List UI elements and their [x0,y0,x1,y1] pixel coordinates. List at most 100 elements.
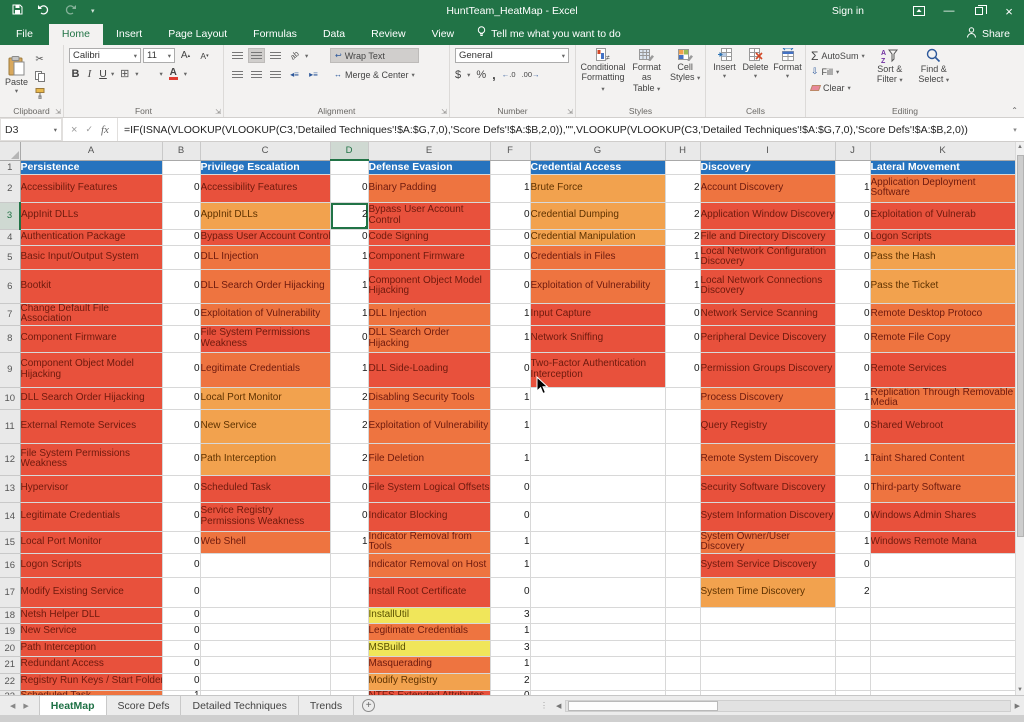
orientation-icon[interactable]: ab [283,44,306,66]
hscroll-right-icon[interactable]: ▶ [1011,702,1024,710]
grow-font-icon[interactable]: A▴ [177,48,194,63]
ribbon-tab-data[interactable]: Data [310,24,358,45]
cell-J8[interactable]: 0 [835,325,870,352]
cell-K4[interactable]: Logon Scripts [870,229,1015,245]
format-as-table-button[interactable]: Format asTable ▾ [627,48,666,104]
font-name-select[interactable]: Calibri▾ [69,48,141,63]
cell-C21[interactable] [200,656,330,673]
cell-A16[interactable]: Logon Scripts [20,553,162,577]
name-box[interactable]: D3 ▾ [0,118,62,141]
cell-D13[interactable]: 0 [330,475,368,502]
cell-H7[interactable]: 0 [665,303,700,325]
cell-J13[interactable]: 0 [835,475,870,502]
cell-K7[interactable]: Remote Desktop Protoco [870,303,1015,325]
column-header-C[interactable]: C [200,142,330,160]
cell-I6[interactable]: Local Network Connections Discovery [700,269,835,303]
font-color-icon[interactable]: A [165,66,182,81]
tell-me-box[interactable]: Tell me what you want to do [467,26,631,45]
row-header-19[interactable]: 19 [0,623,20,640]
cell-H22[interactable] [665,673,700,690]
cell-G17[interactable] [530,577,665,607]
sheet-nav-right-icon[interactable]: ▶ [23,702,28,710]
clipboard-dialog-launcher[interactable]: ⇲ [55,108,61,116]
cell-K20[interactable] [870,640,1015,656]
cell-F21[interactable]: 1 [490,656,530,673]
cell-K1[interactable]: Lateral Movement [870,160,1015,174]
cell-E5[interactable]: Component Firmware [368,245,490,269]
ribbon-tab-page-layout[interactable]: Page Layout [155,24,240,45]
cell-K17[interactable] [870,577,1015,607]
cell-C6[interactable]: DLL Search Order Hijacking [200,269,330,303]
cell-B19[interactable]: 0 [162,623,200,640]
cell-H16[interactable] [665,553,700,577]
cell-E1[interactable]: Defense Evasion [368,160,490,174]
sheet-tab-detailed-techniques[interactable]: Detailed Techniques [181,696,298,715]
cell-I18[interactable] [700,607,835,623]
ribbon-tab-home[interactable]: Home [49,24,103,45]
cell-H6[interactable]: 1 [665,269,700,303]
save-icon[interactable] [12,2,23,20]
cell-H18[interactable] [665,607,700,623]
row-header-22[interactable]: 22 [0,673,20,690]
cell-E17[interactable]: Install Root Certificate [368,577,490,607]
fill-color-dropdown[interactable]: ▾ [160,70,163,78]
cell-H11[interactable] [665,409,700,443]
row-header-5[interactable]: 5 [0,245,20,269]
cell-I12[interactable]: Remote System Discovery [700,443,835,475]
insert-cells-button[interactable]: Insert ▾ [711,48,738,104]
cell-H3[interactable]: 2 [665,202,700,229]
cell-D17[interactable] [330,577,368,607]
cell-F7[interactable]: 1 [490,303,530,325]
cell-A10[interactable]: DLL Search Order Hijacking [20,387,162,409]
collapse-ribbon-icon[interactable]: ⌃ [1011,106,1018,115]
cell-H10[interactable] [665,387,700,409]
cell-B10[interactable]: 0 [162,387,200,409]
cell-A14[interactable]: Legitimate Credentials [20,502,162,531]
horizontal-scroll-thumb[interactable] [568,701,718,711]
cell-C10[interactable]: Local Port Monitor [200,387,330,409]
ribbon-tab-insert[interactable]: Insert [103,24,155,45]
cell-A8[interactable]: Component Firmware [20,325,162,352]
number-dialog-launcher[interactable]: ⇲ [567,108,573,116]
italic-button[interactable]: I [84,66,95,81]
cell-F17[interactable]: 0 [490,577,530,607]
cell-D2[interactable]: 0 [330,174,368,202]
cell-H5[interactable]: 1 [665,245,700,269]
cell-J1[interactable] [835,160,870,174]
cell-E11[interactable]: Exploitation of Vulnerability [368,409,490,443]
shrink-font-icon[interactable]: A▾ [196,48,213,63]
format-painter-icon[interactable] [31,86,48,101]
cell-D15[interactable]: 1 [330,531,368,553]
cell-K9[interactable]: Remote Services [870,352,1015,387]
cell-H14[interactable] [665,502,700,531]
cell-A22[interactable]: Registry Run Keys / Start Folder [20,673,162,690]
cell-C19[interactable] [200,623,330,640]
cell-J20[interactable] [835,640,870,656]
ribbon-tab-view[interactable]: View [419,24,468,45]
column-header-D[interactable]: D [330,142,368,160]
cell-G4[interactable]: Credential Manipulation [530,229,665,245]
cell-E20[interactable]: MSBuild [368,640,490,656]
cell-A20[interactable]: Path Interception [20,640,162,656]
cell-H8[interactable]: 0 [665,325,700,352]
row-header-8[interactable]: 8 [0,325,20,352]
cell-J2[interactable]: 1 [835,174,870,202]
cell-E18[interactable]: InstallUtil [368,607,490,623]
redo-icon[interactable] [64,2,77,20]
cell-C3[interactable]: AppInit DLLs [200,202,330,229]
align-middle-icon[interactable] [248,48,265,63]
row-header-17[interactable]: 17 [0,577,20,607]
ribbon-tab-review[interactable]: Review [358,24,418,45]
cell-A9[interactable]: Component Object Model Hijacking [20,352,162,387]
cell-H9[interactable]: 0 [665,352,700,387]
undo-icon[interactable] [37,2,50,20]
cell-K18[interactable] [870,607,1015,623]
cell-G6[interactable]: Exploitation of Vulnerability [530,269,665,303]
row-header-6[interactable]: 6 [0,269,20,303]
cell-C20[interactable] [200,640,330,656]
font-size-select[interactable]: 11▾ [143,48,175,63]
row-header-10[interactable]: 10 [0,387,20,409]
cell-C9[interactable]: Legitimate Credentials [200,352,330,387]
share-button[interactable]: Share [952,27,1024,45]
row-header-9[interactable]: 9 [0,352,20,387]
